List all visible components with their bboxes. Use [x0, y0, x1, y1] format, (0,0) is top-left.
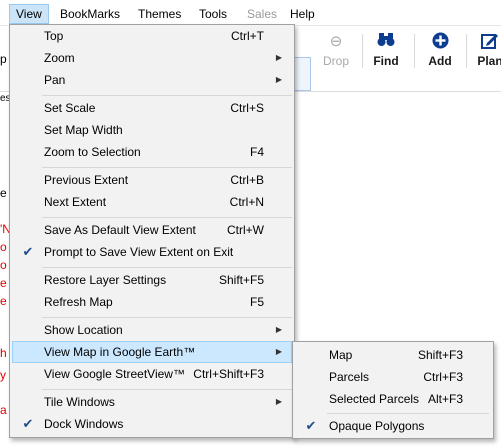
- menu-themes[interactable]: Themes: [132, 4, 187, 24]
- menu-tools[interactable]: Tools: [193, 4, 233, 24]
- view-menu: Top Ctrl+T Zoom ▶ Pan ▶ Set Scale Ctrl+S…: [9, 24, 295, 438]
- drop-label: Drop: [322, 54, 349, 68]
- background-error-text: e: [0, 276, 7, 290]
- menu-item-show-location[interactable]: Show Location ▶: [12, 319, 292, 341]
- menu-separator: [42, 217, 292, 218]
- checkmark-icon: ✔: [22, 416, 34, 431]
- menu-bookmarks[interactable]: BookMarks: [54, 4, 126, 24]
- submenu-arrow-icon: ▶: [275, 397, 282, 406]
- submenu-arrow-icon: ▶: [275, 75, 282, 84]
- background-error-text: y: [0, 368, 6, 382]
- menu-separator: [42, 95, 292, 96]
- menu-separator: [42, 167, 292, 168]
- submenu-item-selected-parcels[interactable]: Selected Parcels Alt+F3: [295, 388, 491, 410]
- menu-item-zoom-to-selection[interactable]: Zoom to Selection F4: [12, 141, 292, 163]
- google-earth-submenu: Map Shift+F3 Parcels Ctrl+F3 Selected Pa…: [292, 341, 494, 439]
- background-error-text: o: [0, 258, 7, 272]
- drop-icon: ⊖: [329, 33, 343, 50]
- checkmark-icon: ✔: [305, 418, 317, 433]
- toolbar-separator: [414, 34, 415, 68]
- submenu-arrow-icon: ▶: [275, 53, 282, 62]
- menu-item-pan[interactable]: Pan ▶: [12, 69, 292, 91]
- menu-item-view-in-google-earth[interactable]: View Map in Google Earth™ ▶: [12, 341, 292, 363]
- submenu-item-opaque-polygons[interactable]: ✔ Opaque Polygons: [295, 415, 491, 437]
- add-label: Add: [428, 54, 452, 68]
- find-button[interactable]: Find: [362, 32, 410, 72]
- binoculars-icon: [362, 32, 410, 52]
- menu-item-prompt-save-view-extent[interactable]: ✔ Prompt to Save View Extent on Exit: [12, 241, 292, 263]
- menu-sales: Sales: [247, 7, 278, 21]
- menu-item-set-scale[interactable]: Set Scale Ctrl+S: [12, 97, 292, 119]
- menu-separator: [327, 413, 489, 414]
- menu-item-next-extent[interactable]: Next Extent Ctrl+N: [12, 191, 292, 213]
- menu-item-view-google-streetview[interactable]: View Google StreetView™ Ctrl+Shift+F3: [12, 363, 292, 385]
- background-error-text: a: [0, 403, 7, 417]
- plan-label: Plan: [477, 54, 501, 68]
- plan-button[interactable]: Plan: [470, 32, 501, 72]
- menu-item-set-map-width[interactable]: Set Map Width: [12, 119, 292, 141]
- menu-item-previous-extent[interactable]: Previous Extent Ctrl+B: [12, 169, 292, 191]
- menu-item-dock-windows[interactable]: ✔ Dock Windows: [12, 413, 292, 435]
- menu-help[interactable]: Help: [284, 4, 321, 24]
- menubar: View BookMarks Themes Tools Sales Help: [0, 0, 501, 26]
- submenu-item-parcels[interactable]: Parcels Ctrl+F3: [295, 366, 491, 388]
- menu-separator: [42, 267, 292, 268]
- menu-view[interactable]: View: [9, 4, 49, 24]
- submenu-item-map[interactable]: Map Shift+F3: [295, 344, 491, 366]
- menu-item-tile-windows[interactable]: Tile Windows ▶: [12, 391, 292, 413]
- menu-item-top[interactable]: Top Ctrl+T: [12, 25, 292, 47]
- drop-button: ⊖ Drop: [312, 32, 360, 72]
- background-error-text: o: [0, 240, 7, 254]
- add-button[interactable]: Add: [416, 32, 464, 72]
- menu-separator: [42, 317, 292, 318]
- background-text: p: [0, 52, 7, 66]
- background-error-text: e: [0, 294, 7, 308]
- submenu-arrow-icon: ▶: [275, 347, 282, 356]
- background-text: e: [0, 186, 7, 200]
- plan-icon: [470, 32, 501, 52]
- submenu-arrow-icon: ▶: [275, 325, 282, 334]
- menu-item-save-default-view-extent[interactable]: Save As Default View Extent Ctrl+W: [12, 219, 292, 241]
- menu-separator: [42, 389, 292, 390]
- menu-item-restore-layer-settings[interactable]: Restore Layer Settings Shift+F5: [12, 269, 292, 291]
- toolbar-separator: [466, 34, 467, 68]
- menu-item-zoom[interactable]: Zoom ▶: [12, 47, 292, 69]
- menu-item-refresh-map[interactable]: Refresh Map F5: [12, 291, 292, 313]
- checkmark-icon: ✔: [22, 244, 34, 259]
- add-icon: [416, 32, 464, 52]
- background-error-text: h: [0, 346, 7, 360]
- find-label: Find: [373, 54, 399, 68]
